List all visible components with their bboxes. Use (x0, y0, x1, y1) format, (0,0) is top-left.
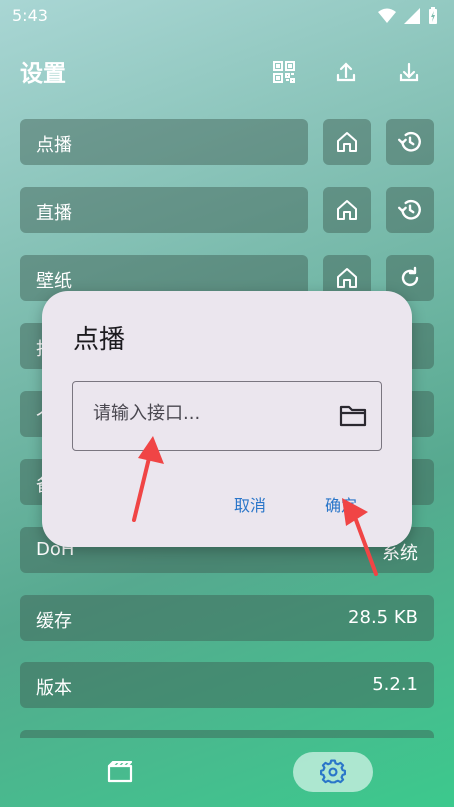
nav-settings-tab[interactable] (293, 752, 373, 792)
setting-row-vod[interactable]: 点播 (20, 119, 308, 165)
setting-row-cache[interactable]: 缓存 28.5 KB (20, 595, 434, 641)
upload-icon (336, 62, 356, 82)
film-icon (107, 761, 133, 783)
setting-value: 5.2.1 (372, 674, 418, 695)
dialog-title: 点播 (73, 325, 126, 355)
folder-icon[interactable] (339, 404, 367, 428)
setting-label: 点播 (36, 135, 72, 156)
home-icon (337, 268, 357, 288)
upload-button[interactable] (332, 58, 360, 86)
vod-history-button[interactable] (386, 119, 434, 165)
setting-value: 28.5 KB (348, 607, 418, 628)
setting-label: 缓存 (36, 611, 72, 632)
live-home-button[interactable] (323, 187, 371, 233)
status-time: 5:43 (12, 6, 48, 25)
bottom-nav (0, 737, 454, 807)
download-icon (399, 62, 419, 82)
live-history-button[interactable] (386, 187, 434, 233)
qr-code-button[interactable] (270, 58, 298, 86)
setting-row-live[interactable]: 直播 (20, 187, 308, 233)
setting-label: 直播 (36, 203, 72, 224)
download-button[interactable] (395, 58, 423, 86)
signal-icon (404, 8, 420, 24)
refresh-icon (401, 266, 419, 287)
vod-home-button[interactable] (323, 119, 371, 165)
qr-code-icon (273, 61, 295, 83)
annotation-arrow-input (132, 436, 164, 522)
api-url-input[interactable] (91, 402, 335, 425)
history-icon (397, 199, 421, 220)
annotation-arrow-confirm (342, 498, 378, 576)
nav-vod-tab[interactable] (100, 752, 140, 792)
gear-icon (320, 759, 346, 784)
cancel-button[interactable]: 取消 (228, 488, 272, 520)
setting-label: 版本 (36, 678, 72, 699)
setting-label: 壁纸 (36, 271, 72, 292)
home-icon (337, 200, 357, 220)
battery-icon (429, 7, 437, 24)
status-bar: 5:43 (0, 0, 454, 32)
page-title: 设置 (20, 61, 66, 87)
wifi-icon (378, 8, 396, 23)
history-icon (397, 131, 421, 152)
home-icon (337, 132, 357, 152)
setting-row-version[interactable]: 版本 5.2.1 (20, 662, 434, 708)
api-url-field[interactable] (72, 381, 382, 451)
